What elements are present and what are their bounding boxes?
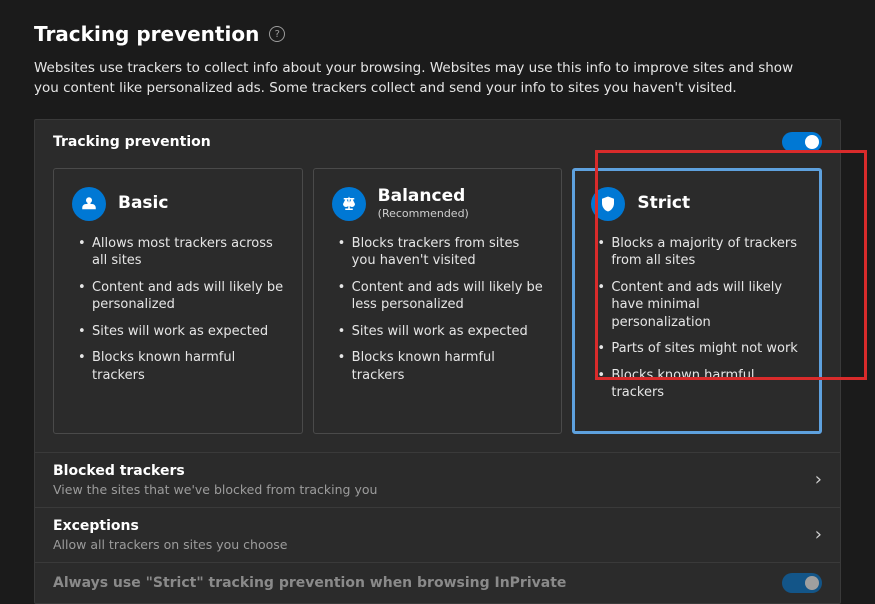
card-balanced-title: Balanced xyxy=(378,187,469,206)
inprivate-strict-row: Always use "Strict" tracking prevention … xyxy=(35,562,840,603)
level-cards: Basic Allows most trackers across all si… xyxy=(35,158,840,452)
chevron-right-icon: › xyxy=(815,469,822,490)
tracking-prevention-panel: Tracking prevention Basic Allows most tr… xyxy=(34,119,841,604)
card-strict-bullet: Content and ads will likely have minimal… xyxy=(597,279,803,332)
card-balanced-subtitle: (Recommended) xyxy=(378,207,469,220)
card-strict[interactable]: Strict Blocks a majority of trackers fro… xyxy=(572,168,822,434)
basic-icon xyxy=(72,187,106,221)
exceptions-row[interactable]: Exceptions Allow all trackers on sites y… xyxy=(35,507,840,562)
card-basic-bullet: Blocks known harmful trackers xyxy=(78,349,284,384)
inprivate-strict-title: Always use "Strict" tracking prevention … xyxy=(53,575,566,591)
strict-icon xyxy=(591,187,625,221)
card-strict-title: Strict xyxy=(637,194,690,213)
card-strict-bullet: Blocks known harmful trackers xyxy=(597,367,803,402)
page-description: Websites use trackers to collect info ab… xyxy=(34,58,794,99)
blocked-trackers-subtitle: View the sites that we've blocked from t… xyxy=(53,482,377,497)
chevron-right-icon: › xyxy=(815,524,822,545)
panel-title: Tracking prevention xyxy=(53,134,211,150)
card-balanced[interactable]: Balanced (Recommended) Blocks trackers f… xyxy=(313,168,563,434)
card-strict-bullet: Blocks a majority of trackers from all s… xyxy=(597,235,803,270)
page-title-row: Tracking prevention ? xyxy=(34,22,841,46)
exceptions-subtitle: Allow all trackers on sites you choose xyxy=(53,537,287,552)
card-basic[interactable]: Basic Allows most trackers across all si… xyxy=(53,168,303,434)
inprivate-strict-toggle[interactable] xyxy=(782,573,822,593)
card-balanced-bullet: Blocks known harmful trackers xyxy=(338,349,544,384)
balanced-icon xyxy=(332,187,366,221)
card-balanced-bullet: Sites will work as expected xyxy=(338,323,544,341)
card-basic-bullet: Allows most trackers across all sites xyxy=(78,235,284,270)
card-basic-bullet: Content and ads will likely be personali… xyxy=(78,279,284,314)
card-basic-title: Basic xyxy=(118,194,168,213)
exceptions-title: Exceptions xyxy=(53,518,287,534)
card-strict-bullet: Parts of sites might not work xyxy=(597,340,803,358)
help-icon[interactable]: ? xyxy=(269,26,285,42)
card-basic-bullet: Sites will work as expected xyxy=(78,323,284,341)
page-title: Tracking prevention xyxy=(34,22,259,46)
card-balanced-bullet: Content and ads will likely be less pers… xyxy=(338,279,544,314)
tracking-prevention-toggle[interactable] xyxy=(782,132,822,152)
blocked-trackers-row[interactable]: Blocked trackers View the sites that we'… xyxy=(35,452,840,507)
card-balanced-bullet: Blocks trackers from sites you haven't v… xyxy=(338,235,544,270)
blocked-trackers-title: Blocked trackers xyxy=(53,463,377,479)
